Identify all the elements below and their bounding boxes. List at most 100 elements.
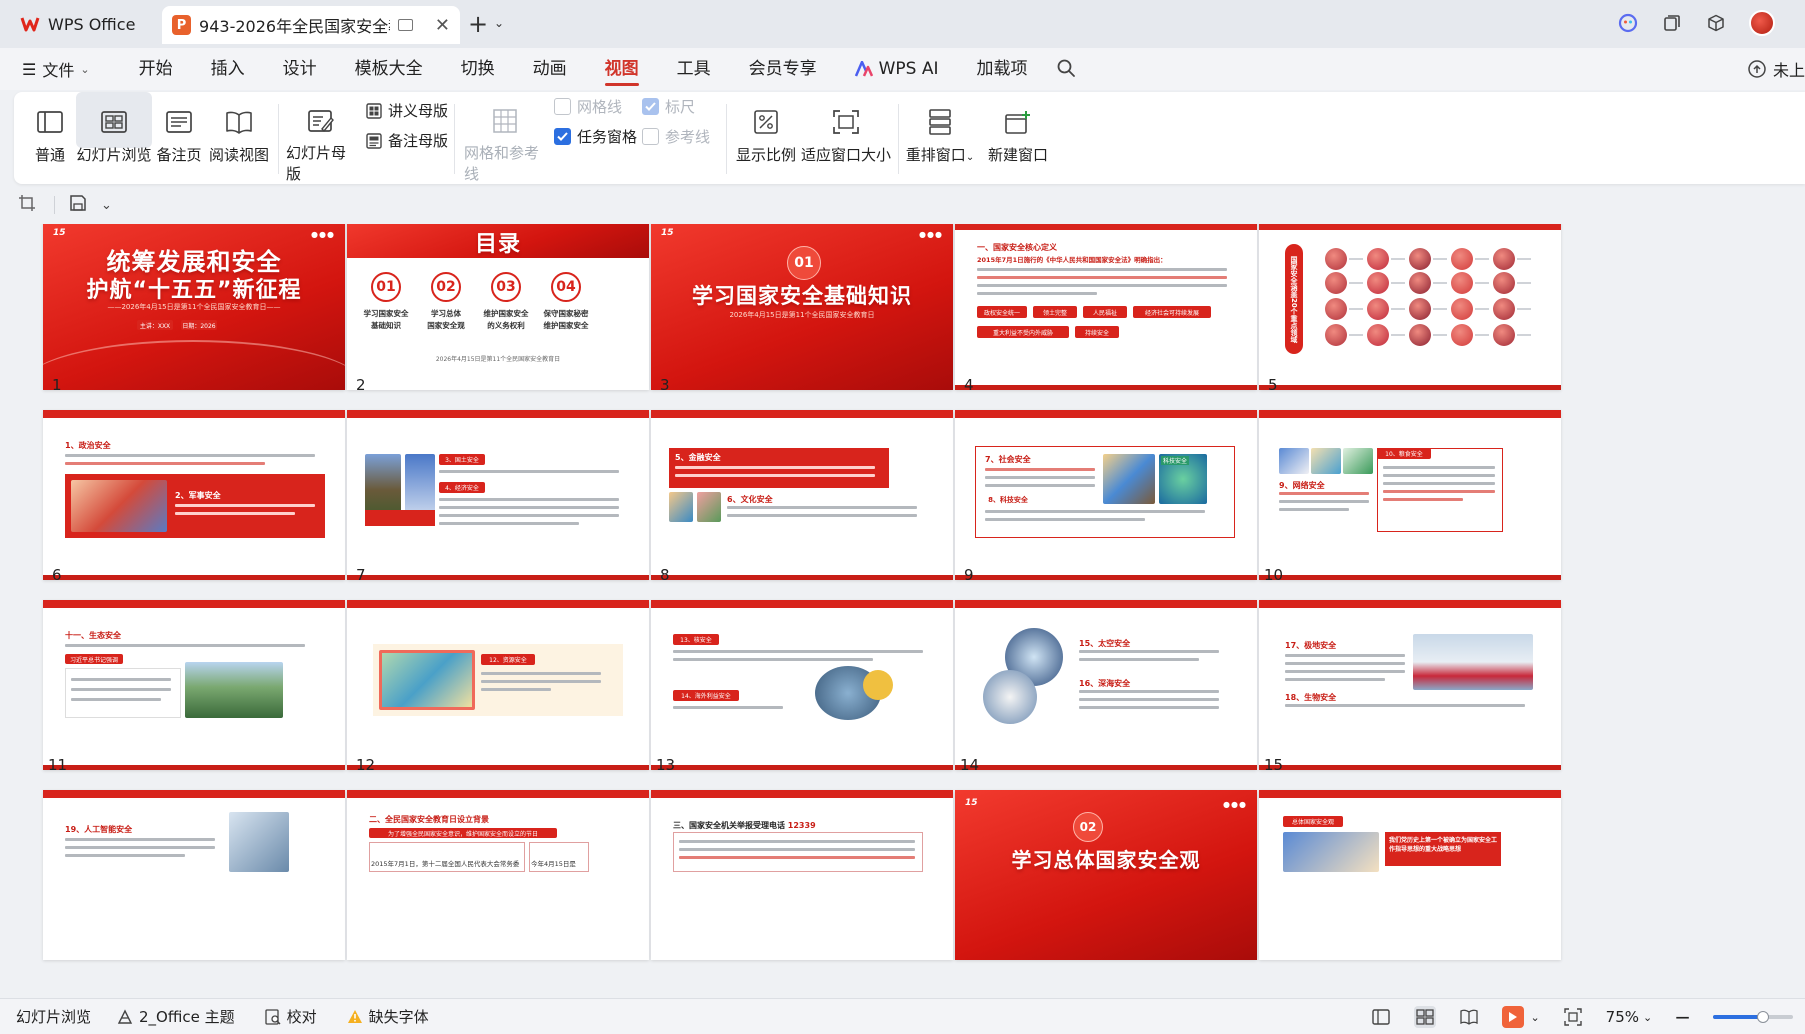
guides-checkbox[interactable]: 参考线 bbox=[642, 126, 710, 147]
domain-label-line bbox=[1349, 334, 1363, 336]
slide-6-h2: 2、军事安全 bbox=[175, 491, 221, 500]
gridlines-checkbox[interactable]: 网格线 bbox=[554, 96, 622, 117]
cube-icon[interactable] bbox=[1705, 12, 1727, 34]
status-bar: 幻灯片浏览 2_Office 主题 校对 缺失字体 ⌄ 75% ⌄ − bbox=[0, 998, 1805, 1034]
grid-guides-button[interactable]: 网格和参考线 bbox=[464, 92, 546, 184]
domain-label-line bbox=[1517, 258, 1531, 260]
slide-thumbnail-19[interactable]: 15 ●●● 02 学习总体国家安全观 bbox=[955, 790, 1257, 960]
slide-8-h1: 5、金融安全 bbox=[675, 453, 721, 462]
fit-window-button[interactable]: 适应窗口大小 bbox=[800, 92, 892, 184]
missing-font-button[interactable]: 缺失字体 bbox=[347, 1006, 429, 1027]
rearrange-window-button[interactable]: 重排窗口⌄ bbox=[902, 92, 978, 184]
new-tab-plus-icon[interactable]: + bbox=[468, 12, 488, 36]
photo bbox=[71, 480, 167, 532]
search-icon[interactable] bbox=[1056, 58, 1078, 80]
handout-master-button[interactable]: 讲义母版 bbox=[366, 100, 448, 121]
slide-thumbnail-10[interactable]: 9、网络安全 10、粮食安全 bbox=[1259, 410, 1561, 580]
slide-thumbnail-13[interactable]: 13、核安全 14、海外利益安全 bbox=[651, 600, 953, 770]
slide-master-button[interactable]: 幻灯片母版 bbox=[286, 92, 356, 184]
slide-thumbnail-20[interactable]: 总体国家安全观 我们党历史上第一个被确立为国家安全工作指导思想的重大战略思想 bbox=[1259, 790, 1561, 960]
slide-17-sub: 为了增强全民国家安全意识，维护国家安全而设立的节日 bbox=[369, 828, 557, 838]
slide-thumbnail-4[interactable]: 一、国家安全核心定义 2015年7月1日施行的《中华人民共和国国家安全法》明确指… bbox=[955, 224, 1257, 390]
normal-view-button[interactable]: 普通 bbox=[24, 92, 76, 184]
text-line bbox=[175, 512, 295, 515]
menu-view[interactable]: 视图 bbox=[586, 48, 658, 90]
text-line bbox=[65, 462, 265, 465]
menu-templates[interactable]: 模板大全 bbox=[336, 48, 442, 90]
notes-master-button[interactable]: 备注母版 bbox=[366, 130, 448, 151]
hamburger-icon: ☰ bbox=[22, 59, 37, 79]
tab-wps-home[interactable]: WPS Office bbox=[10, 8, 145, 40]
normal-view-status-icon[interactable] bbox=[1370, 1006, 1392, 1028]
text-line bbox=[65, 644, 305, 647]
slide-thumbnail-16[interactable]: 19、人工智能安全 bbox=[43, 790, 345, 960]
close-tab-icon[interactable]: ✕ bbox=[435, 15, 450, 36]
menu-insert[interactable]: 插入 bbox=[192, 48, 264, 90]
text-line bbox=[439, 498, 619, 501]
slide-thumbnail-9[interactable]: 7、社会安全 科技安全 8、科技安全 bbox=[955, 410, 1257, 580]
zoom-slider[interactable] bbox=[1713, 1011, 1793, 1023]
normal-view-label: 普通 bbox=[34, 146, 65, 164]
menu-member[interactable]: 会员专享 bbox=[730, 48, 836, 90]
ribbon-separator bbox=[278, 104, 279, 174]
slide-thumbnail-15[interactable]: 17、极地安全 18、生物安全 bbox=[1259, 600, 1561, 770]
menu-home[interactable]: 开始 bbox=[120, 48, 192, 90]
text-line bbox=[481, 688, 551, 691]
menu-wps-ai[interactable]: WPS AI bbox=[836, 48, 958, 90]
play-slideshow-button[interactable]: ⌄ bbox=[1502, 1006, 1540, 1028]
cloud-sync-status[interactable]: 未上 bbox=[1747, 48, 1805, 90]
zoom-ratio-button[interactable]: 显示比例 bbox=[734, 92, 798, 184]
zoom-out-icon[interactable]: − bbox=[1674, 1007, 1691, 1027]
window-layout-icon[interactable] bbox=[1661, 12, 1683, 34]
slide-thumbnail-2[interactable]: 目录 01 02 03 04 学习国家安全 基础知识 学习总体 国家安全观 维护国家… bbox=[347, 224, 649, 390]
reading-view-button[interactable]: 阅读视图 bbox=[206, 92, 272, 184]
domain-label-line bbox=[1433, 282, 1447, 284]
task-pane-checkbox[interactable]: 任务窗格 bbox=[554, 126, 637, 147]
slide-browse-button[interactable]: 幻灯片浏览 bbox=[76, 92, 152, 184]
zoom-slider-knob[interactable] bbox=[1757, 1011, 1769, 1023]
slide-thumbnail-14[interactable]: 15、太空安全 16、深海安全 bbox=[955, 600, 1257, 770]
ribbon-separator bbox=[898, 104, 899, 174]
theme-button[interactable]: 2_Office 主题 bbox=[117, 1006, 235, 1027]
slide-thumbnail-17[interactable]: 二、全民国家安全教育日设立背景 为了增强全民国家安全意识，维护国家安全而设立的节… bbox=[347, 790, 649, 960]
tab-bar: WPS Office P 943-2026年全民国家安全教育 ✕ + ⌄ bbox=[0, 0, 1805, 48]
toc-number: 04 bbox=[551, 272, 581, 302]
ruler-checkbox[interactable]: 标尺 bbox=[642, 96, 695, 117]
proofread-button[interactable]: 校对 bbox=[264, 1006, 317, 1027]
menu-file[interactable]: ☰ 文件 ⌄ bbox=[22, 57, 90, 81]
user-avatar[interactable] bbox=[1749, 10, 1775, 36]
slide-thumbnail-3[interactable]: 15 ●●● 01 学习国家安全基础知识 2026年4月15日是第11个全民国家… bbox=[651, 224, 953, 390]
slide-thumbnail-11[interactable]: 十一、生态安全 习近平总书记强调 bbox=[43, 600, 345, 770]
slide-thumbnail-12[interactable]: 12、资源安全 bbox=[347, 600, 649, 770]
chevron-down-icon[interactable]: ⌄ bbox=[101, 198, 112, 213]
fit-screen-icon[interactable] bbox=[1562, 1006, 1584, 1028]
reading-view-status-icon[interactable] bbox=[1458, 1006, 1480, 1028]
notes-page-button[interactable]: 备注页 bbox=[154, 92, 204, 184]
slide-browse-status-icon[interactable] bbox=[1414, 1006, 1437, 1028]
slide-thumbnail-18[interactable]: 三、国家安全机关举报受理电话 12339 bbox=[651, 790, 953, 960]
text-line bbox=[1079, 650, 1219, 653]
slide-thumbnail-6[interactable]: 1、政治安全 2、军事安全 bbox=[43, 410, 345, 580]
tab-document[interactable]: P 943-2026年全民国家安全教育 ✕ bbox=[162, 6, 460, 44]
menu-design[interactable]: 设计 bbox=[264, 48, 336, 90]
menu-animation[interactable]: 动画 bbox=[514, 48, 586, 90]
text-line bbox=[1285, 678, 1385, 681]
text-line bbox=[481, 672, 601, 675]
slide-thumbnail-5[interactable]: 国家安全涵盖20个重点领域 bbox=[1259, 224, 1561, 390]
menu-transitions[interactable]: 切换 bbox=[442, 48, 514, 90]
menu-addins[interactable]: 加载项 bbox=[957, 48, 1046, 90]
slide-thumbnail-8[interactable]: 5、金融安全 6、文化安全 bbox=[651, 410, 953, 580]
quote-box bbox=[65, 668, 181, 718]
top-bar bbox=[955, 410, 1257, 418]
chevron-down-icon[interactable]: ⌄ bbox=[494, 16, 504, 30]
menu-tools[interactable]: 工具 bbox=[658, 48, 730, 90]
new-window-button[interactable]: 新建窗口 bbox=[980, 92, 1056, 184]
slide-thumbnail-1[interactable]: 15 ●●● 统筹发展和安全 护航“十五五”新征程 ——2026年4月15日是第… bbox=[43, 224, 345, 390]
slide-9-img-label: 科技安全 bbox=[1161, 456, 1190, 465]
zoom-level-dropdown[interactable]: 75% ⌄ bbox=[1606, 1008, 1653, 1026]
slide-thumbnail-7[interactable]: 3、国土安全 4、经济安全 bbox=[347, 410, 649, 580]
crop-icon[interactable] bbox=[18, 194, 36, 216]
slide-sorter-grid[interactable]: 15 ●●● 统筹发展和安全 护航“十五五”新征程 ——2026年4月15日是第… bbox=[0, 224, 1805, 998]
ai-assistant-icon[interactable] bbox=[1617, 12, 1639, 34]
save-icon[interactable] bbox=[69, 194, 87, 216]
